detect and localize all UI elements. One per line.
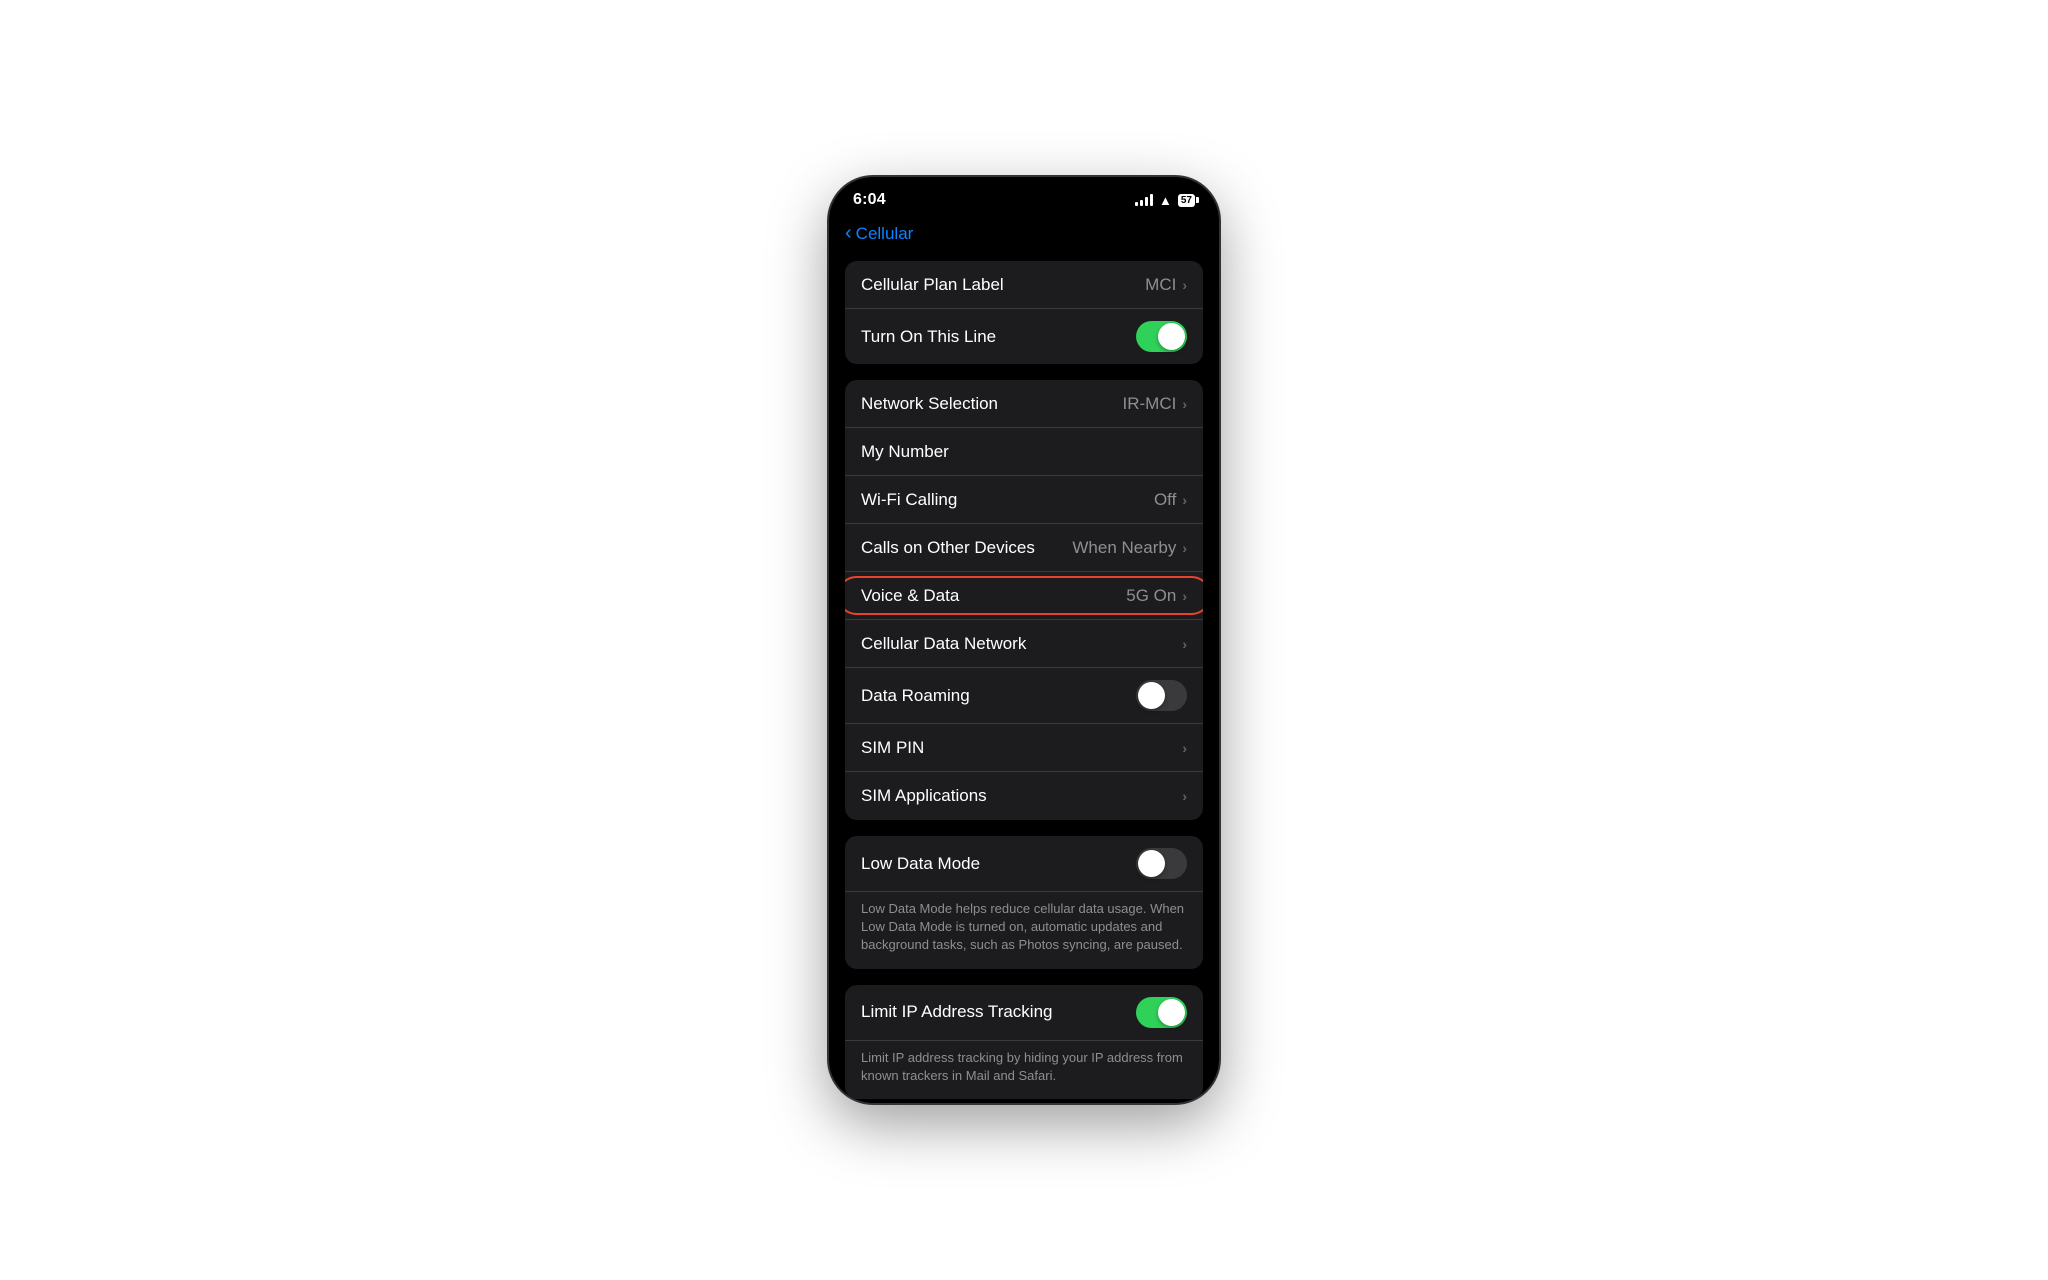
wifi-calling-label: Wi-Fi Calling [861,490,957,510]
network-selection-row[interactable]: Network Selection IR-MCI › [845,380,1203,428]
cellular-data-network-row[interactable]: Cellular Data Network › [845,620,1203,668]
voice-data-right: 5G On › [1126,586,1187,606]
sim-pin-row[interactable]: SIM PIN › [845,724,1203,772]
limit-ip-tracking-toggle-knob [1158,999,1185,1026]
sim-applications-chevron-icon: › [1182,788,1187,804]
calls-other-devices-value: When Nearby [1072,538,1176,558]
calls-other-devices-right: When Nearby › [1072,538,1187,558]
status-icons: ▲ 57 [1135,193,1195,208]
limit-ip-tracking-row[interactable]: Limit IP Address Tracking [845,985,1203,1041]
data-roaming-toggle[interactable] [1136,680,1187,711]
plan-group: Cellular Plan Label MCI › Turn On This L… [845,261,1203,364]
network-selection-right: IR-MCI › [1123,394,1188,414]
status-bar: 6:04 ▲ 57 [829,177,1219,215]
voice-data-label: Voice & Data [861,586,959,606]
sim-applications-right: › [1182,788,1187,804]
signal-bars-icon [1135,194,1153,206]
wifi-calling-chevron-icon: › [1182,492,1187,508]
network-selection-chevron-icon: › [1182,396,1187,412]
low-data-mode-toggle[interactable] [1136,848,1187,879]
turn-on-line-label: Turn On This Line [861,327,996,347]
limit-ip-tracking-description: Limit IP address tracking by hiding your… [845,1041,1203,1099]
sim-pin-label: SIM PIN [861,738,924,758]
nav-header: ‹ Cellular [829,215,1219,261]
cellular-plan-label-right: MCI › [1145,275,1187,295]
cellular-data-network-label: Cellular Data Network [861,634,1026,654]
calls-other-devices-label: Calls on Other Devices [861,538,1035,558]
voice-data-row[interactable]: Voice & Data 5G On › [845,572,1203,620]
calls-other-devices-chevron-icon: › [1182,540,1187,556]
limit-ip-tracking-label: Limit IP Address Tracking [861,1002,1053,1022]
cellular-plan-value: MCI [1145,275,1176,295]
data-roaming-toggle-knob [1138,682,1165,709]
limit-ip-tracking-toggle[interactable] [1136,997,1187,1028]
low-data-mode-label: Low Data Mode [861,854,980,874]
turn-on-line-toggle-knob [1158,323,1185,350]
cellular-data-network-chevron-icon: › [1182,636,1187,652]
cellular-plan-chevron-icon: › [1182,277,1187,293]
calls-other-devices-row[interactable]: Calls on Other Devices When Nearby › [845,524,1203,572]
limit-ip-group: Limit IP Address Tracking Limit IP addre… [845,985,1203,1099]
wifi-calling-value: Off [1154,490,1176,510]
low-data-group: Low Data Mode Low Data Mode helps reduce… [845,836,1203,969]
network-group: Network Selection IR-MCI › My Number Wi-… [845,380,1203,820]
sim-pin-right: › [1182,740,1187,756]
cellular-plan-label-row[interactable]: Cellular Plan Label MCI › [845,261,1203,309]
wifi-icon: ▲ [1159,193,1172,208]
status-time: 6:04 [853,191,886,209]
low-data-mode-row[interactable]: Low Data Mode [845,836,1203,892]
voice-data-chevron-icon: › [1182,588,1187,604]
sim-applications-label: SIM Applications [861,786,987,806]
turn-on-line-row[interactable]: Turn On This Line [845,309,1203,364]
cellular-plan-label-text: Cellular Plan Label [861,275,1004,295]
back-button[interactable]: ‹ Cellular [845,223,913,245]
back-label: Cellular [856,224,914,244]
my-number-label: My Number [861,442,949,462]
sim-applications-row[interactable]: SIM Applications › [845,772,1203,820]
settings-content: Cellular Plan Label MCI › Turn On This L… [829,261,1219,1103]
back-chevron-icon: ‹ [845,222,852,245]
data-roaming-row[interactable]: Data Roaming [845,668,1203,724]
low-data-mode-description: Low Data Mode helps reduce cellular data… [845,892,1203,969]
sim-pin-chevron-icon: › [1182,740,1187,756]
cellular-data-network-right: › [1182,636,1187,652]
low-data-mode-toggle-knob [1138,850,1165,877]
wifi-calling-row[interactable]: Wi-Fi Calling Off › [845,476,1203,524]
turn-on-line-toggle[interactable] [1136,321,1187,352]
battery-icon: 57 [1178,194,1195,207]
phone-frame: 6:04 ▲ 57 ‹ Cellular Cellular Plan Label [829,177,1219,1103]
network-selection-label: Network Selection [861,394,998,414]
my-number-row[interactable]: My Number [845,428,1203,476]
data-roaming-label: Data Roaming [861,686,970,706]
voice-data-value: 5G On [1126,586,1176,606]
network-selection-value: IR-MCI [1123,394,1177,414]
wifi-calling-right: Off › [1154,490,1187,510]
